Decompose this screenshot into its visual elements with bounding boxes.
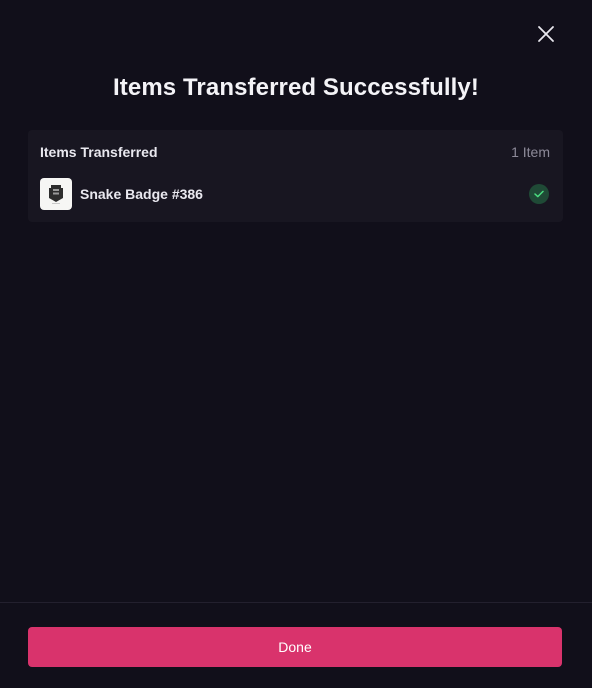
card-header-title: Items Transferred [40, 144, 158, 160]
close-button[interactable] [532, 20, 560, 48]
item-count: 1 Item [511, 144, 550, 160]
modal-title: Items Transferred Successfully! [113, 74, 479, 101]
badge-icon [49, 185, 63, 204]
badge-thumbnail [40, 178, 72, 210]
list-item: Snake Badge #386 [40, 178, 550, 210]
done-button[interactable]: Done [28, 627, 562, 667]
transferred-items-card: Items Transferred 1 Item Snake Badge #38… [28, 130, 563, 222]
success-status-badge [529, 184, 549, 204]
close-icon [538, 26, 554, 42]
footer-divider [0, 602, 592, 603]
check-icon [534, 190, 544, 198]
item-name: Snake Badge #386 [80, 186, 203, 202]
card-header: Items Transferred 1 Item [40, 144, 550, 160]
transfer-success-modal: Items Transferred Successfully! Items Tr… [0, 0, 592, 688]
